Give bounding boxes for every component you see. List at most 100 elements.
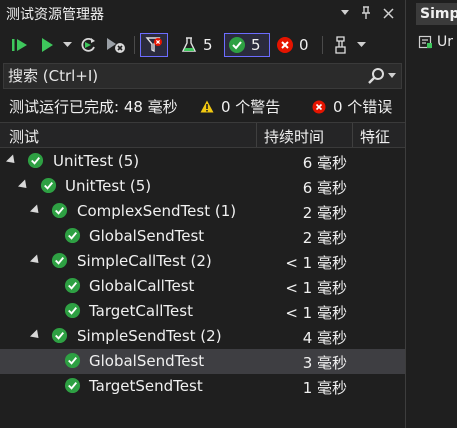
warnings-indicator[interactable]: 0 个警告	[200, 96, 280, 117]
tree-row[interactable]: GlobalSendTest 2 毫秒	[0, 224, 405, 249]
test-name: TargetCallTest	[89, 302, 193, 320]
tree-row[interactable]: GlobalSendTest 3 毫秒	[0, 349, 405, 374]
test-duration: 3 毫秒	[302, 354, 347, 372]
search-input[interactable]	[8, 65, 358, 87]
chevron-down-icon	[62, 42, 72, 47]
search-icon[interactable]	[366, 67, 386, 85]
close-icon	[382, 7, 394, 19]
tree-row[interactable]: GlobalCallTest < 1 毫秒	[0, 274, 405, 299]
passed-icon	[51, 327, 68, 344]
test-name: TargetSendTest	[89, 377, 203, 395]
test-name: ComplexSendTest (1)	[77, 202, 237, 220]
test-duration: 6 毫秒	[302, 179, 347, 197]
column-header: 测试 持续时间 特征	[0, 122, 405, 148]
playlist-dropdown[interactable]	[354, 33, 368, 57]
column-duration[interactable]: 持续时间	[264, 126, 324, 147]
repeat-last-run-button[interactable]	[78, 33, 100, 57]
expand-arrow-icon[interactable]	[5, 154, 19, 167]
cancel-run-icon	[107, 38, 125, 53]
tree-row[interactable]: SimpleCallTest (2) < 1 毫秒	[0, 249, 405, 274]
total-tests-button[interactable]: 5	[180, 33, 218, 57]
warnings-text: 0 个警告	[221, 98, 281, 116]
column-test[interactable]: 测试	[9, 126, 39, 147]
test-name: UnitTest (5)	[53, 152, 140, 170]
playlist-icon	[335, 36, 346, 54]
test-name: GlobalSendTest	[89, 227, 205, 245]
play-icon	[42, 38, 53, 52]
passed-icon	[51, 202, 68, 219]
tree-row[interactable]: ComplexSendTest (1) 2 毫秒	[0, 199, 405, 224]
passed-icon	[64, 377, 81, 394]
passed-icon	[64, 352, 81, 369]
chevron-down-icon	[356, 42, 366, 47]
test-explorer-panel: 测试资源管理器 5 5 0 搜索 (Ctrl+I) 测试运行已完成: 48 毫秒…	[0, 0, 405, 428]
passed-icon	[64, 227, 81, 244]
pin-icon	[362, 6, 370, 19]
document-item[interactable]: Ur	[418, 34, 453, 50]
test-duration: 6 毫秒	[302, 154, 347, 172]
failed-tests-count: 0	[299, 36, 309, 54]
column-traits[interactable]: 特征	[360, 126, 390, 147]
chevron-down-icon	[341, 10, 349, 15]
run-all-button[interactable]	[8, 33, 32, 57]
toolbar-separator	[322, 36, 323, 54]
document-tab[interactable]: Simp	[416, 3, 457, 25]
expand-arrow-icon[interactable]	[29, 254, 43, 267]
search-options-dropdown[interactable]	[388, 73, 396, 78]
error-icon	[312, 100, 326, 113]
warning-icon	[200, 100, 214, 113]
run-summary-text: 测试运行已完成: 48 毫秒	[9, 98, 178, 116]
passed-icon	[64, 277, 81, 294]
test-name: SimpleCallTest (2)	[77, 252, 212, 270]
test-tree: UnitTest (5) 6 毫秒 UnitTest (5) 6 毫秒 ComplexS…	[0, 149, 405, 428]
passed-icon	[64, 302, 81, 319]
check-circle-icon	[229, 37, 245, 53]
expand-arrow-icon[interactable]	[29, 204, 43, 217]
repeat-run-icon	[81, 37, 95, 52]
total-tests-count: 5	[203, 36, 213, 54]
window-menu-button[interactable]	[336, 4, 354, 22]
errors-indicator[interactable]: 0 个错误	[312, 96, 392, 117]
toolbar: 5 5 0	[0, 30, 405, 60]
side-document-pane: Simp Ur	[405, 0, 457, 428]
document-item-label: Ur	[437, 34, 454, 50]
tree-row[interactable]: UnitTest (5) 6 毫秒	[0, 174, 405, 199]
test-name: SimpleSendTest (2)	[77, 327, 222, 345]
passed-icon	[40, 177, 57, 194]
errors-text: 0 个错误	[333, 98, 393, 116]
test-duration: 4 毫秒	[302, 329, 347, 347]
test-duration: 2 毫秒	[302, 204, 347, 222]
run-status-bar: 测试运行已完成: 48 毫秒 0 个警告 0 个错误	[0, 92, 405, 120]
column-divider[interactable]	[256, 123, 257, 147]
test-duration: < 1 毫秒	[285, 254, 347, 272]
test-duration: < 1 毫秒	[285, 304, 347, 322]
panel-title: 测试资源管理器	[6, 7, 104, 23]
playlist-button[interactable]	[330, 33, 352, 57]
expand-arrow-icon[interactable]	[17, 179, 31, 192]
test-name: GlobalSendTest	[89, 352, 205, 370]
close-button[interactable]	[379, 4, 397, 22]
test-duration: 2 毫秒	[302, 229, 347, 247]
column-divider[interactable]	[352, 123, 353, 147]
failed-tests-filter-button[interactable]: 0	[276, 33, 316, 57]
pin-button[interactable]	[357, 4, 375, 22]
passed-tests-filter-button[interactable]: 5	[224, 33, 270, 57]
run-all-icon	[12, 39, 27, 51]
test-name: GlobalCallTest	[89, 277, 195, 295]
passed-icon	[51, 252, 68, 269]
tree-row[interactable]: SimpleSendTest (2) 4 毫秒	[0, 324, 405, 349]
search-box	[3, 63, 402, 89]
test-name: UnitTest (5)	[65, 177, 152, 195]
tree-row[interactable]: TargetCallTest < 1 毫秒	[0, 299, 405, 324]
cancel-run-button[interactable]	[104, 33, 128, 57]
passed-icon	[27, 152, 44, 169]
test-duration: 1 毫秒	[302, 379, 347, 397]
tree-row[interactable]: TargetSendTest 1 毫秒	[0, 374, 405, 399]
passed-tests-count: 5	[251, 36, 261, 54]
tree-row[interactable]: UnitTest (5) 6 毫秒	[0, 149, 405, 174]
filter-button[interactable]	[140, 33, 168, 57]
filter-icon	[145, 37, 162, 53]
expand-arrow-icon[interactable]	[29, 329, 43, 342]
run-button[interactable]	[36, 33, 58, 57]
run-options-dropdown[interactable]	[60, 33, 74, 57]
